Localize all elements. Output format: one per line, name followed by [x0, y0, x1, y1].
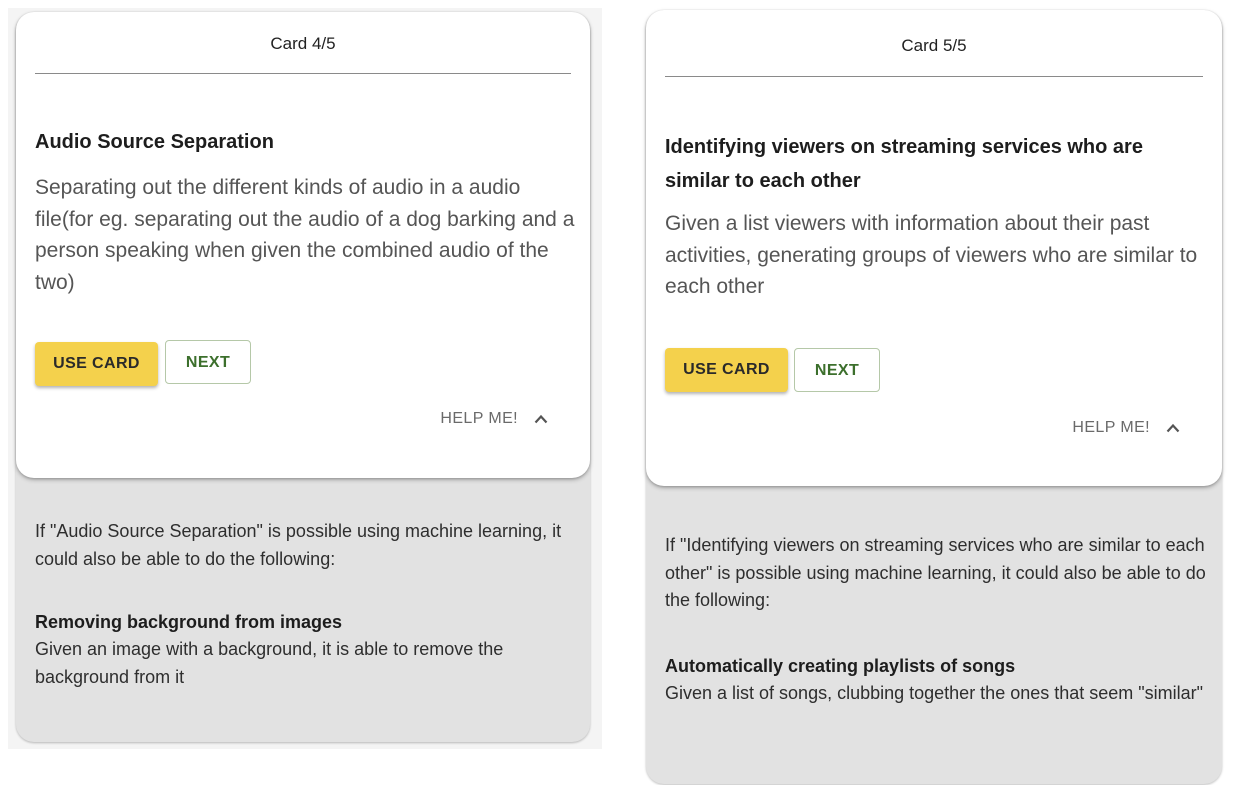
card-counter: Card 5/5 [901, 36, 967, 55]
help-expanded-container: Card 5/5 Identifying viewers on streamin… [646, 10, 1222, 784]
help-expanded-container: Card 4/5 Audio Source Separation Separat… [16, 12, 590, 742]
help-intro-text: If "Audio Source Separation" is possible… [35, 521, 562, 569]
use-card-button[interactable]: USE CARD [35, 342, 158, 386]
related-idea-description: Given a list of songs, clubbing together… [665, 683, 1204, 703]
related-idea-title: Removing background from images [35, 612, 343, 632]
idea-card: Card 5/5 Identifying viewers on streamin… [646, 10, 1222, 486]
help-me-label: HELP ME! [1072, 419, 1150, 436]
card-description: Given a list viewers with information ab… [665, 212, 1198, 298]
next-button[interactable]: NEXT [165, 340, 251, 384]
help-me-toggle[interactable]: HELP ME! [440, 410, 548, 428]
help-me-toggle[interactable]: HELP ME! [1072, 419, 1180, 437]
idea-card: Card 4/5 Audio Source Separation Separat… [16, 12, 590, 478]
help-me-label: HELP ME! [440, 410, 518, 427]
chevron-up-icon [534, 414, 548, 424]
card-counter: Card 4/5 [270, 34, 336, 53]
use-card-button[interactable]: USE CARD [665, 348, 788, 392]
card-divider [665, 76, 1203, 77]
help-intro-text: If "Identifying viewers on streaming ser… [665, 535, 1206, 610]
card-title: Identifying viewers on streaming service… [665, 136, 1143, 192]
chevron-up-icon [1166, 423, 1180, 433]
card-panel-4: Card 4/5 Audio Source Separation Separat… [8, 8, 602, 749]
next-button[interactable]: NEXT [794, 348, 880, 392]
card-divider [35, 73, 571, 74]
related-idea-title: Automatically creating playlists of song… [665, 656, 1016, 676]
card-title: Audio Source Separation [35, 131, 274, 153]
card-description: Separating out the different kinds of au… [35, 176, 575, 294]
card-panel-5: Card 5/5 Identifying viewers on streamin… [636, 4, 1232, 785]
related-idea-description: Given an image with a background, it is … [35, 639, 504, 687]
